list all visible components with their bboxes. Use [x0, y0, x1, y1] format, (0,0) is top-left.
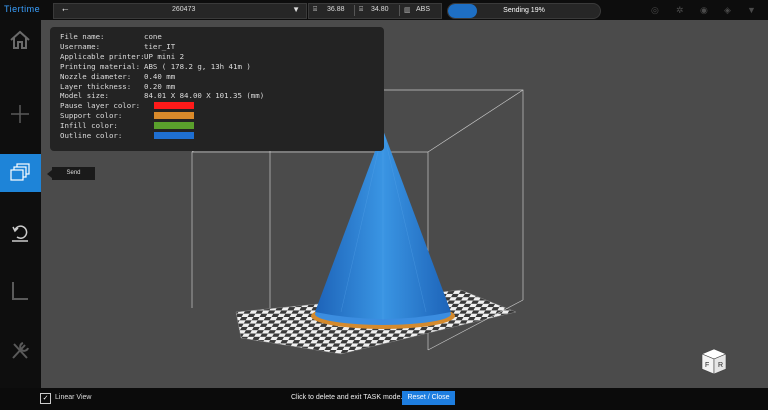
- ruler-icon: [12, 282, 28, 300]
- divider: [399, 5, 400, 16]
- info-label: Applicable printer:: [60, 51, 145, 61]
- info-label: Support color:: [60, 111, 123, 121]
- top-bar: Tiertime ⭠ 260473 ▼ ⌸ 36.88 ⌸ 34.80 ▥ AB…: [0, 0, 768, 20]
- view-icon[interactable]: ◉: [700, 5, 708, 16]
- calibrate-icon[interactable]: ◎: [651, 5, 659, 16]
- info-label: File name:: [60, 32, 105, 41]
- model-info-panel: File name: cone Username: tier_IT Applicable…: [50, 27, 384, 151]
- outline-color-swatch: [154, 132, 194, 139]
- support-color-swatch: [154, 112, 194, 120]
- info-value: 84.01 X 84.00 X 101.35 (mm): [144, 91, 265, 101]
- linear-view-label: Linear View: [55, 394, 92, 401]
- info-value: 0.40 mm: [144, 71, 176, 81]
- info-value: ABS ( 178.2 g, 13h 41m ): [144, 61, 251, 71]
- tshirt-icon[interactable]: ▼: [747, 5, 756, 15]
- plus-icon: [11, 105, 29, 123]
- infill-color-swatch: [154, 122, 194, 130]
- info-value: cone: [144, 32, 162, 41]
- home-icon: [10, 30, 30, 49]
- progress-label: Sending 19%: [503, 7, 545, 14]
- sidebar-send[interactable]: [0, 154, 41, 192]
- gear-icon[interactable]: ✲: [676, 5, 684, 16]
- reset-close-button[interactable]: Reset / Close: [402, 391, 455, 405]
- bottom-bar: ✓ Linear View Click to delete and exit T…: [0, 388, 768, 410]
- bed-temp-icon: ⌸: [359, 6, 364, 13]
- info-value: tier_IT: [144, 41, 176, 51]
- cube-right-label: R: [718, 362, 723, 369]
- chevron-down-icon[interactable]: ▼: [292, 5, 300, 14]
- brand-logo: Tiertime: [4, 4, 41, 14]
- wrench-icon: [12, 342, 29, 359]
- device-name: 260473: [172, 6, 196, 13]
- send-progress-bar: Sending 19%: [447, 3, 601, 19]
- sidebar-reset-rotate[interactable]: [0, 215, 41, 253]
- usb-icon: ⭠: [62, 5, 69, 14]
- info-value: 0.20 mm: [144, 81, 176, 91]
- cube-front-label: F: [705, 362, 709, 369]
- info-label: Layer thickness:: [60, 81, 132, 91]
- info-label: Infill color:: [60, 121, 118, 131]
- layers-icon: [10, 163, 30, 181]
- bed-temp: 34.80: [371, 6, 389, 13]
- task-mode-hint: Click to delete and exit TASK mode.: [291, 394, 403, 401]
- device-selector[interactable]: ⭠ 260473 ▼: [53, 3, 307, 19]
- pause-layer-color-swatch: [154, 102, 194, 110]
- material-icon: ▥: [404, 7, 411, 14]
- nozzle-temp-icon: ⌸: [313, 6, 318, 13]
- sidebar-tools[interactable]: [0, 333, 41, 371]
- linear-view-checkbox[interactable]: ✓: [40, 393, 51, 404]
- temperature-readout: ⌸ 36.88 ⌸ 34.80 ▥ ABS: [308, 3, 442, 19]
- info-label: Model size:: [60, 91, 109, 101]
- rotate-icon: [12, 225, 28, 242]
- info-label: Printing material:: [60, 61, 141, 71]
- sidebar-add[interactable]: [0, 96, 41, 134]
- nozzle-temp: 36.88: [327, 6, 345, 13]
- info-value: UP mini 2: [144, 51, 185, 61]
- divider: [354, 5, 355, 16]
- account-icon[interactable]: ◈: [724, 5, 731, 16]
- info-label: Pause layer color:: [60, 101, 141, 111]
- info-label: Nozzle diameter:: [60, 71, 132, 81]
- view-cube[interactable]: F R: [699, 346, 729, 376]
- sidebar: [0, 20, 41, 388]
- sidebar-measure[interactable]: [0, 273, 41, 311]
- info-label: Username:: [60, 41, 101, 51]
- material-label: ABS: [416, 6, 431, 13]
- info-label: Outline color:: [60, 131, 123, 140]
- sidebar-home[interactable]: [0, 22, 41, 60]
